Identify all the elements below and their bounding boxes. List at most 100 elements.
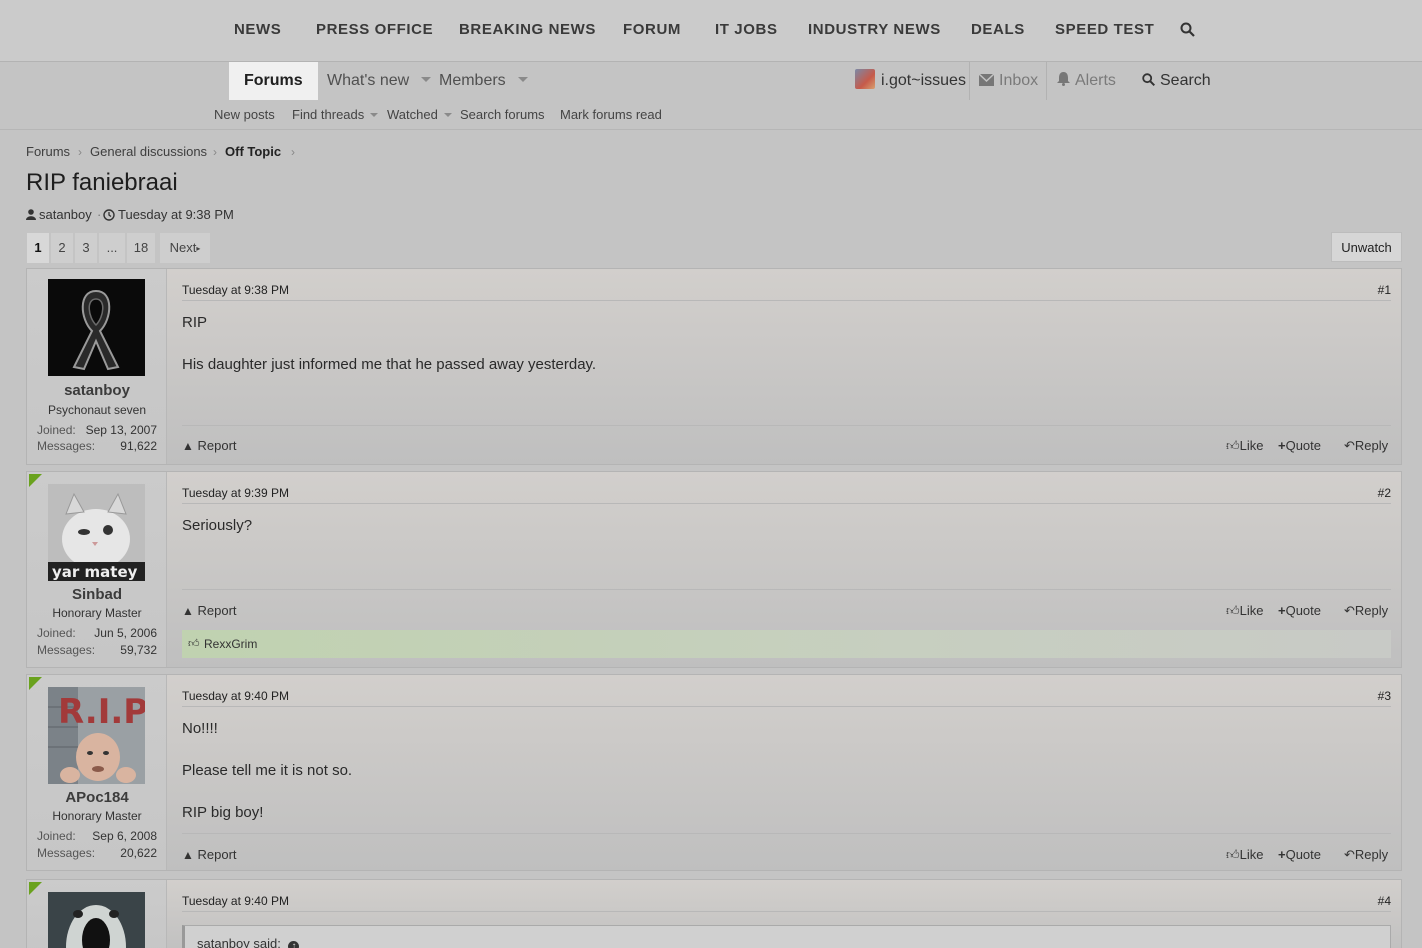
- breadcrumb-off-topic[interactable]: Off Topic: [225, 144, 281, 159]
- quote-block[interactable]: satanboy said: ↑: [182, 925, 1391, 948]
- post-user-panel: R.I.P APoc184 Honorary Master Joined: Sep…: [27, 675, 167, 870]
- quote-label: Quote: [1285, 438, 1322, 453]
- tab-forums[interactable]: Forums: [229, 62, 318, 100]
- user-joined: Joined: Jun 5, 2006: [37, 626, 157, 640]
- avatar[interactable]: [48, 279, 145, 376]
- user-messages: Messages: 20,622: [37, 846, 157, 860]
- like-button[interactable]: 👍︎Like: [1226, 603, 1263, 619]
- search-link[interactable]: Search: [1142, 62, 1211, 100]
- chevron-down-icon[interactable]: [517, 77, 528, 82]
- user-title: Honorary Master: [52, 809, 142, 823]
- chevron-down-icon[interactable]: [443, 113, 452, 117]
- new-post-flag: [29, 474, 42, 487]
- post-2: yar matey Sinbad Honorary Master Joined:…: [26, 471, 1402, 668]
- like-button[interactable]: 👍︎Like: [1226, 847, 1263, 863]
- nav-forum[interactable]: FORUM: [623, 21, 681, 38]
- inbox-link[interactable]: Inbox: [978, 62, 1039, 100]
- breadcrumb-forums[interactable]: Forums: [26, 144, 70, 159]
- scream-avatar-image: [48, 892, 145, 948]
- like-button[interactable]: 👍︎Like: [1226, 438, 1263, 454]
- nav-news[interactable]: NEWS: [234, 21, 281, 38]
- reply-label: Reply: [1354, 603, 1389, 618]
- kitten-avatar-image: yar matey: [48, 484, 145, 581]
- divider: [182, 589, 1391, 590]
- post-username[interactable]: APoc184: [27, 789, 167, 806]
- post-1: satanboy Psychonaut seven Joined: Sep 13,…: [26, 268, 1402, 465]
- divider: [182, 706, 1391, 707]
- watched-link[interactable]: Watched: [387, 107, 452, 122]
- page-ellipsis[interactable]: ...: [99, 233, 125, 263]
- avatar[interactable]: yar matey: [48, 484, 145, 581]
- post-3: R.I.P APoc184 Honorary Master Joined: Sep…: [26, 674, 1402, 871]
- post-number[interactable]: #1: [1378, 283, 1391, 297]
- quote-attribution[interactable]: satanboy said:: [197, 936, 281, 948]
- chevron-right-icon: ›: [213, 145, 217, 159]
- quote-button[interactable]: +Quote: [1278, 603, 1321, 618]
- nav-breaking-news[interactable]: BREAKING NEWS: [459, 21, 596, 38]
- new-posts-link[interactable]: New posts: [214, 107, 275, 122]
- nav-industry-news[interactable]: INDUSTRY NEWS: [808, 21, 941, 38]
- bell-icon: [1057, 72, 1070, 86]
- page-1[interactable]: 1: [27, 233, 49, 263]
- chevron-down-icon[interactable]: [370, 113, 379, 117]
- avatar[interactable]: [48, 892, 145, 948]
- post-number[interactable]: #2: [1378, 486, 1391, 500]
- tab-whats-new-label: What's new: [327, 72, 410, 89]
- post-date[interactable]: Tuesday at 9:39 PM: [182, 486, 289, 500]
- reply-button[interactable]: ↶Reply: [1344, 847, 1388, 863]
- arrow-up-circle-icon[interactable]: ↑: [288, 941, 300, 948]
- search-forums-link[interactable]: Search forums: [460, 107, 545, 122]
- post-number[interactable]: #4: [1378, 894, 1391, 908]
- post-username[interactable]: satanboy: [27, 382, 167, 399]
- report-button[interactable]: ▲ Report: [182, 603, 237, 618]
- nav-speed-test[interactable]: SPEED TEST: [1055, 21, 1154, 38]
- username-label: i.got~issues: [881, 72, 966, 89]
- reply-button[interactable]: ↶Reply: [1344, 438, 1388, 454]
- alerts-link[interactable]: Alerts: [1057, 62, 1116, 100]
- watched-label: Watched: [387, 107, 438, 122]
- report-button[interactable]: ▲ Report: [182, 847, 237, 862]
- nav-deals[interactable]: DEALS: [971, 21, 1025, 38]
- thread-date[interactable]: Tuesday at 9:38 PM: [103, 207, 234, 222]
- report-label: Report: [197, 438, 237, 453]
- quote-label: Quote: [1285, 847, 1322, 862]
- thumbs-up-icon: 👍︎: [1226, 847, 1240, 862]
- post-date[interactable]: Tuesday at 9:40 PM: [182, 689, 289, 703]
- tab-members[interactable]: Members: [439, 62, 528, 100]
- chevron-down-icon[interactable]: [421, 77, 432, 82]
- find-threads-link[interactable]: Find threads: [292, 107, 379, 122]
- report-button[interactable]: ▲ Report: [182, 438, 237, 453]
- post-user-panel: yar matey Sinbad Honorary Master Joined:…: [27, 472, 167, 667]
- page-18[interactable]: 18: [127, 233, 155, 263]
- like-label: Like: [1239, 847, 1264, 862]
- avatar[interactable]: R.I.P: [48, 687, 145, 784]
- user-menu[interactable]: i.got~issues: [855, 62, 966, 100]
- page-2[interactable]: 2: [51, 233, 73, 263]
- report-label: Report: [197, 847, 237, 862]
- messages-value: 59,732: [120, 643, 157, 657]
- post-number[interactable]: #3: [1378, 689, 1391, 703]
- quote-button[interactable]: +Quote: [1278, 847, 1321, 862]
- mark-forums-read-link[interactable]: Mark forums read: [560, 107, 662, 122]
- search-icon[interactable]: [1180, 22, 1195, 37]
- next-page-label: Next: [169, 240, 197, 255]
- post-username[interactable]: Sinbad: [27, 586, 167, 603]
- user-joined: Joined: Sep 13, 2007: [37, 423, 157, 437]
- page-3[interactable]: 3: [75, 233, 97, 263]
- nav-press-office[interactable]: PRESS OFFICE: [316, 21, 433, 38]
- thread-author[interactable]: satanboy: [26, 207, 92, 222]
- next-page-button[interactable]: Next▸: [160, 233, 210, 263]
- inbox-label: Inbox: [999, 72, 1039, 89]
- nav-it-jobs[interactable]: IT JOBS: [715, 21, 778, 38]
- post-date[interactable]: Tuesday at 9:40 PM: [182, 894, 289, 908]
- liked-by-user[interactable]: RexxGrim: [204, 637, 257, 651]
- breadcrumb-general-discussions[interactable]: General discussions: [90, 144, 207, 159]
- tab-whats-new[interactable]: What's new: [327, 62, 432, 100]
- reply-arrow-icon: ↶: [1344, 603, 1355, 618]
- unwatch-button[interactable]: Unwatch: [1331, 232, 1402, 262]
- post-date[interactable]: Tuesday at 9:38 PM: [182, 283, 289, 297]
- quote-button[interactable]: +Quote: [1278, 438, 1321, 453]
- reply-button[interactable]: ↶Reply: [1344, 603, 1388, 619]
- plus-icon: +: [1278, 847, 1286, 862]
- avatar-caption: R.I.P: [58, 692, 145, 732]
